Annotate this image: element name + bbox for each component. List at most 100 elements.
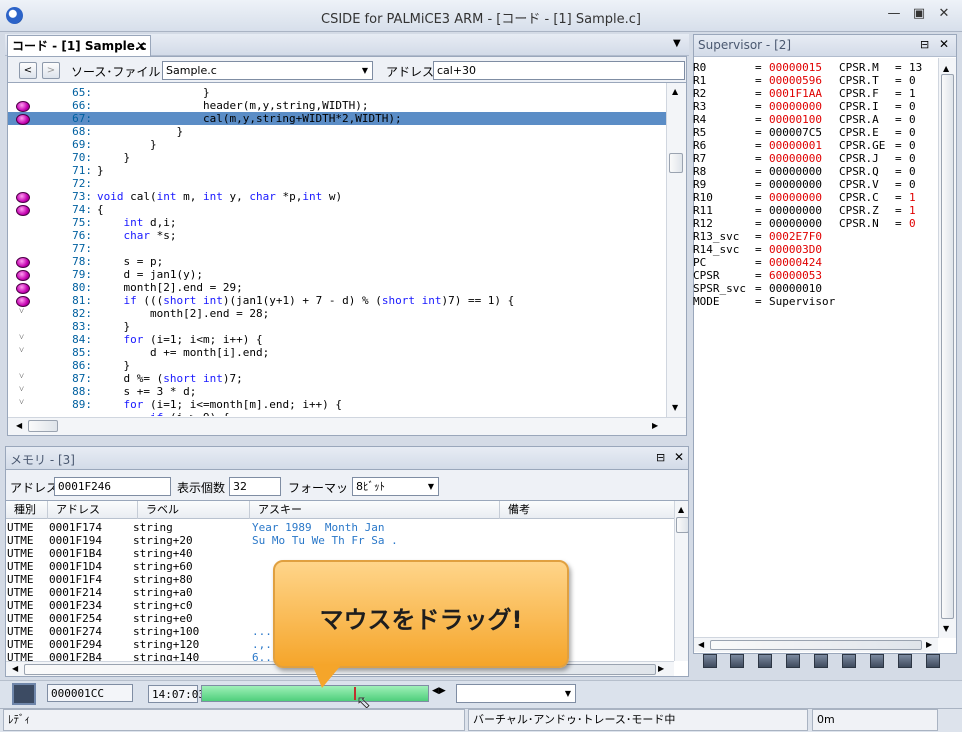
dock-tab-icon[interactable] — [786, 654, 800, 668]
scroll-down-icon[interactable]: ▼ — [672, 403, 678, 412]
code-line[interactable]: 73: void cal(int m, int y, char *p,int w) — [8, 190, 666, 203]
scroll-right-icon[interactable]: ▶ — [926, 640, 932, 649]
minimize-button[interactable]: — — [883, 6, 905, 24]
scroll-up-icon[interactable]: ▲ — [943, 64, 949, 73]
dock-tab-icon[interactable] — [926, 654, 940, 668]
code-line[interactable]: 76: char *s; — [8, 229, 666, 242]
code-line[interactable]: 66: header(m,y,string,WIDTH); — [8, 99, 666, 112]
code-line[interactable]: 83: } — [8, 320, 666, 333]
hscroll-thumb[interactable] — [28, 420, 58, 432]
memory-row[interactable]: UTME 0001F1B4 string+40 — [6, 547, 674, 560]
code-line[interactable]: 86: } — [8, 359, 666, 372]
memory-vscroll[interactable]: ▲ — [674, 501, 688, 661]
code-line[interactable]: 79: d = jan1(y); — [8, 268, 666, 281]
supervisor-close-icon[interactable]: ✕ — [939, 37, 949, 51]
scroll-down-icon[interactable]: ▼ — [943, 624, 949, 633]
breakpoint-icon[interactable] — [16, 270, 30, 281]
code-line[interactable]: 82: month[2].end = 28; — [8, 307, 666, 320]
supervisor-vscroll[interactable]: ▲ ▼ — [938, 58, 956, 638]
vscroll-thumb[interactable] — [669, 153, 683, 173]
col-ascii[interactable]: アスキー — [250, 501, 500, 519]
scroll-up-icon[interactable]: ▲ — [672, 87, 678, 96]
dock-tab-icon[interactable] — [898, 654, 912, 668]
format-select[interactable]: 8ﾋﾞｯﾄ ▼ — [352, 477, 439, 496]
code-line[interactable]: 71:} — [8, 164, 666, 177]
code-line[interactable]: 84: for (i=1; i<m; i++) { — [8, 333, 666, 346]
memory-close-icon[interactable]: ✕ — [674, 450, 684, 464]
count-input[interactable]: 32 — [229, 477, 281, 496]
vscroll-thumb[interactable] — [676, 517, 688, 533]
pin-icon[interactable]: ⊟ — [920, 38, 929, 51]
dock-tab-icon[interactable] — [814, 654, 828, 668]
breakpoint-icon[interactable] — [16, 114, 30, 125]
memory-row[interactable]: UTME 0001F174 string Year 1989 Month Jan — [6, 521, 674, 534]
breakpoint-icon[interactable] — [16, 257, 30, 268]
code-line[interactable]: 65: } — [8, 86, 666, 99]
col-type[interactable]: 種別 — [6, 501, 48, 519]
code-line[interactable]: 85: d += month[i].end; — [8, 346, 666, 359]
code-line[interactable]: 69: } — [8, 138, 666, 151]
code-line[interactable]: 68: } — [8, 125, 666, 138]
dock-tab-icon[interactable] — [758, 654, 772, 668]
breakpoint-icon[interactable] — [16, 283, 30, 294]
tab-close-icon[interactable]: ✕ — [136, 36, 146, 56]
supervisor-hscroll[interactable]: ◀ ▶ — [694, 637, 938, 652]
code-line[interactable]: 74: { — [8, 203, 666, 216]
code-line[interactable]: 88: s += 3 * d; — [8, 385, 666, 398]
scroll-right-icon[interactable]: ▶ — [652, 421, 658, 430]
step-marker-icon[interactable]: ˅ — [19, 371, 24, 382]
code-line[interactable]: 70: } — [8, 151, 666, 164]
step-marker-icon[interactable]: ˅ — [19, 397, 24, 408]
breakpoint-icon[interactable] — [16, 205, 30, 216]
step-marker-icon[interactable]: ˅ — [19, 345, 24, 356]
dock-tab-icon[interactable] — [870, 654, 884, 668]
step-marker-icon[interactable]: ˅ — [19, 306, 24, 317]
col-address[interactable]: アドレス — [48, 501, 138, 519]
close-button[interactable]: ✕ — [933, 6, 955, 24]
code-line[interactable]: 87: d %= (short int)7; — [8, 372, 666, 385]
code-line[interactable]: 67: cal(m,y,string+WIDTH*2,WIDTH); — [8, 112, 666, 125]
col-note[interactable]: 備考 — [500, 501, 674, 519]
trace-grid-icon[interactable] — [12, 683, 36, 705]
back-button[interactable]: < — [19, 62, 37, 79]
forward-button[interactable]: > — [42, 62, 60, 79]
source-file-select[interactable]: Sample.c ▼ — [162, 61, 373, 80]
breakpoint-icon[interactable] — [16, 101, 30, 112]
register-name: MODE — [693, 295, 720, 308]
breakpoint-icon[interactable] — [16, 192, 30, 203]
code-line[interactable]: 89: for (i=1; i<=month[m].end; i++) { — [8, 398, 666, 411]
dock-tab-icon[interactable] — [842, 654, 856, 668]
code-line[interactable]: 77: — [8, 242, 666, 255]
trace-step-arrows-icon[interactable]: ◀▶ — [432, 686, 446, 696]
maximize-button[interactable]: ▣ — [908, 6, 930, 24]
tab-dropdown-icon[interactable]: ▼ — [673, 38, 681, 49]
code-hscroll[interactable]: ◀ ▶ — [8, 417, 686, 435]
scroll-left-icon[interactable]: ◀ — [698, 640, 704, 649]
code-line[interactable]: 78: s = p; — [8, 255, 666, 268]
hscroll-thumb[interactable] — [710, 640, 922, 650]
code-line[interactable]: 81: if (((short int)(jan1(y+1) + 7 - d) … — [8, 294, 666, 307]
code-line[interactable]: 75: int d,i; — [8, 216, 666, 229]
trace-select[interactable]: ▼ — [456, 684, 576, 703]
code-line[interactable]: 80: month[2].end = 29; — [8, 281, 666, 294]
col-label[interactable]: ラベル — [138, 501, 250, 519]
vscroll-thumb[interactable] — [941, 74, 954, 619]
code-line[interactable]: if (i > 9) { — [8, 411, 666, 416]
pin-icon[interactable]: ⊟ — [656, 451, 665, 464]
scroll-left-icon[interactable]: ◀ — [12, 664, 18, 673]
scroll-up-icon[interactable]: ▲ — [678, 505, 684, 514]
dock-tab-icon[interactable] — [703, 654, 717, 668]
code-line[interactable]: 72: — [8, 177, 666, 190]
address-input[interactable]: cal+30 — [433, 61, 685, 80]
scroll-right-icon[interactable]: ▶ — [658, 664, 664, 673]
dock-tab-icon[interactable] — [730, 654, 744, 668]
step-marker-icon[interactable]: ˅ — [19, 332, 24, 343]
memory-address-input[interactable]: 0001F246 — [54, 477, 171, 496]
memory-row[interactable]: UTME 0001F194 string+20 Su Mo Tu We Th Fr S… — [6, 534, 674, 547]
code-vscroll[interactable]: ▲ ▼ — [666, 83, 686, 417]
flag-equals: = — [895, 139, 902, 152]
scroll-left-icon[interactable]: ◀ — [16, 421, 22, 430]
tab-code-sample-c[interactable]: コード - [1] Sample.c ✕ — [7, 35, 151, 56]
step-marker-icon[interactable]: ˅ — [19, 384, 24, 395]
code-editor[interactable]: 65: } 66: header(m,y,string,WIDTH); 67: ca… — [7, 82, 687, 436]
